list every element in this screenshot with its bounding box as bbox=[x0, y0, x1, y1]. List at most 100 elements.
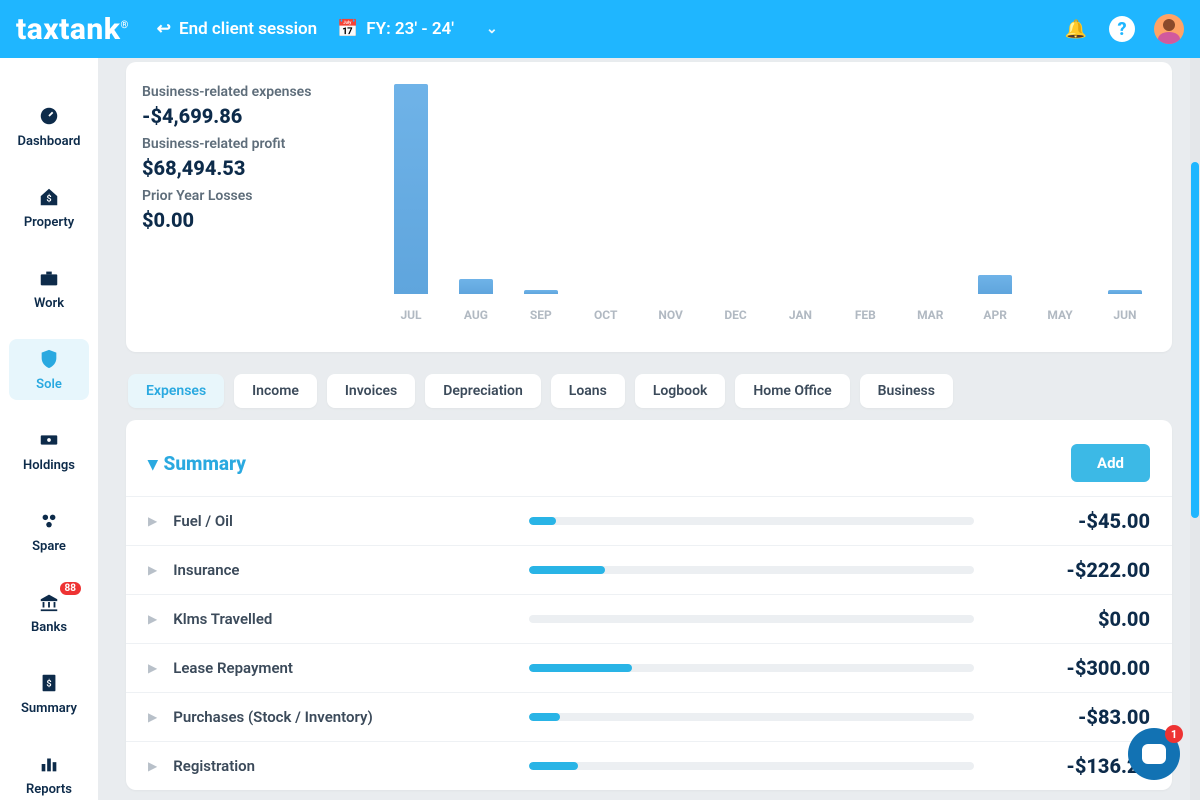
sidebar-item-spare[interactable]: Spare bbox=[9, 501, 89, 562]
summary-row[interactable]: ▶Registration-$136.25 bbox=[126, 741, 1172, 790]
row-progress bbox=[529, 517, 974, 525]
chart-xlabel: FEB bbox=[848, 308, 882, 322]
sidebar-item-label: Summary bbox=[21, 701, 77, 716]
chat-badge: 1 bbox=[1165, 725, 1183, 743]
summary-row[interactable]: ▶ Purchases (Stock / Inventory) -$83.00 bbox=[126, 692, 1172, 741]
monthly-chart: JULAUGSEPOCTNOVDECJANFEBMARAPRMAYJUN bbox=[386, 62, 1150, 322]
sidebar-item-label: Work bbox=[34, 296, 64, 311]
sidebar-item-work[interactable]: Work bbox=[9, 258, 89, 319]
metric: Business-related profit$68,494.53 bbox=[142, 136, 350, 180]
chevron-right-icon: ▶ bbox=[148, 759, 157, 773]
section-tabs: Expenses Income Invoices Depreciation Loans L… bbox=[128, 374, 1172, 408]
end-session-label: End client session bbox=[179, 19, 317, 39]
row-name: Lease Repayment bbox=[173, 659, 513, 677]
bell-icon: 🔔 bbox=[1065, 19, 1087, 40]
row-amount: -$300.00 bbox=[990, 656, 1150, 680]
brand-logo: taxtank® bbox=[16, 12, 137, 47]
sidebar: Dashboard $ Property Work Sole Holdings Spare B… bbox=[0, 58, 98, 800]
row-amount: -$83.00 bbox=[990, 705, 1150, 729]
help-icon: ? bbox=[1109, 16, 1135, 42]
chart-xlabel: JUL bbox=[394, 308, 428, 322]
sidebar-item-sole[interactable]: Sole bbox=[9, 339, 89, 400]
chevron-right-icon: ▶ bbox=[148, 661, 157, 675]
row-progress bbox=[529, 762, 974, 770]
home-icon: $ bbox=[37, 185, 61, 209]
chart-xlabel: JAN bbox=[783, 308, 817, 322]
row-name: Purchases (Stock / Inventory) bbox=[173, 708, 513, 726]
end-session-button[interactable]: ↩ End client session bbox=[157, 19, 317, 39]
row-name: Insurance bbox=[173, 561, 513, 579]
sidebar-item-label: Reports bbox=[26, 782, 72, 797]
calendar-icon: 📅 bbox=[337, 19, 358, 39]
chat-icon bbox=[1142, 744, 1166, 764]
top-bar: taxtank® ↩ End client session 📅 FY: 23' … bbox=[0, 0, 1200, 58]
shield-icon bbox=[37, 347, 61, 371]
sidebar-item-banks[interactable]: Banks 88 bbox=[9, 582, 89, 643]
row-progress bbox=[529, 566, 974, 574]
tab-expenses[interactable]: Expenses bbox=[128, 374, 224, 408]
caret-down-icon: ▾ bbox=[148, 452, 158, 475]
summary-row[interactable]: ▶Klms Travelled$0.00 bbox=[126, 594, 1172, 643]
tab-invoices[interactable]: Invoices bbox=[327, 374, 415, 408]
logout-icon: ↩ bbox=[157, 19, 171, 39]
add-button[interactable]: Add bbox=[1071, 444, 1150, 482]
row-amount: $0.00 bbox=[990, 607, 1150, 631]
row-amount: -$136.25 bbox=[990, 754, 1150, 778]
help-button[interactable]: ? bbox=[1108, 15, 1136, 43]
fy-selector[interactable]: 📅 FY: 23' - 24' ⌄ bbox=[337, 19, 498, 39]
row-amount: -$45.00 bbox=[990, 509, 1150, 533]
summary-row[interactable]: ▶ Insurance -$222.00 bbox=[126, 545, 1172, 594]
sidebar-item-dashboard[interactable]: Dashboard bbox=[9, 96, 89, 157]
briefcase-icon bbox=[37, 266, 61, 290]
chart-bar[interactable] bbox=[459, 279, 493, 294]
row-amount: -$222.00 bbox=[990, 558, 1150, 582]
metric-label: Business-related profit bbox=[142, 136, 350, 152]
chevron-right-icon: ▶ bbox=[148, 710, 157, 724]
metric: Prior Year Losses $0.00 bbox=[142, 188, 350, 232]
sidebar-item-property[interactable]: $ Property bbox=[9, 177, 89, 238]
chart-bar[interactable] bbox=[394, 84, 428, 294]
chart-xlabel: APR bbox=[978, 308, 1012, 322]
chart-bar[interactable] bbox=[524, 290, 558, 294]
tab-business[interactable]: Business bbox=[860, 374, 953, 408]
chart-xlabel: NOV bbox=[654, 308, 688, 322]
chart-xlabel: AUG bbox=[459, 308, 493, 322]
tab-home-office[interactable]: Home Office bbox=[735, 374, 849, 408]
bars-icon bbox=[37, 752, 61, 776]
tab-loans[interactable]: Loans bbox=[551, 374, 625, 408]
doc-icon: $ bbox=[37, 671, 61, 695]
sidebar-item-summary[interactable]: $ Summary bbox=[9, 663, 89, 724]
metric-label: Business-related expenses bbox=[142, 84, 350, 100]
gauge-icon bbox=[37, 104, 61, 128]
chat-widget[interactable]: 1 bbox=[1128, 728, 1180, 780]
scrollbar-track[interactable] bbox=[1190, 58, 1200, 800]
chevron-right-icon: ▶ bbox=[148, 563, 157, 577]
scrollbar-thumb[interactable] bbox=[1191, 162, 1199, 518]
fy-label: FY: 23' - 24' bbox=[366, 19, 454, 39]
chart-xlabel: MAR bbox=[913, 308, 947, 322]
chart-xlabel: JUN bbox=[1108, 308, 1142, 322]
sidebar-item-label: Sole bbox=[36, 377, 62, 392]
chevron-right-icon: ▶ bbox=[148, 612, 157, 626]
summary-row[interactable]: ▶ Lease Repayment -$300.00 bbox=[126, 643, 1172, 692]
sidebar-item-label: Banks bbox=[31, 620, 67, 635]
summary-row[interactable]: ▶Fuel / Oil-$45.00 bbox=[126, 496, 1172, 545]
chart-bar[interactable] bbox=[978, 275, 1012, 294]
notifications-button[interactable]: 🔔 bbox=[1062, 15, 1090, 43]
summary-toggle[interactable]: ▾ Summary bbox=[148, 452, 246, 475]
tab-logbook[interactable]: Logbook bbox=[635, 374, 726, 408]
tab-income[interactable]: Income bbox=[234, 374, 317, 408]
sidebar-item-reports[interactable]: Reports bbox=[9, 744, 89, 800]
metric-value: $0.00 bbox=[142, 208, 350, 232]
metrics-panel: Business-related expenses-$4,699.86Busin… bbox=[126, 62, 366, 322]
sidebar-item-holdings[interactable]: Holdings bbox=[9, 420, 89, 481]
chart-xlabel: SEP bbox=[524, 308, 558, 322]
sidebar-badge: 88 bbox=[60, 582, 81, 595]
tab-depreciation[interactable]: Depreciation bbox=[425, 374, 541, 408]
sidebar-item-label: Property bbox=[24, 215, 74, 230]
avatar-button[interactable] bbox=[1154, 14, 1184, 44]
metric-label: Prior Year Losses bbox=[142, 188, 350, 204]
svg-text:$: $ bbox=[46, 679, 51, 690]
chevron-right-icon: ▶ bbox=[148, 514, 157, 528]
chart-bar[interactable] bbox=[1108, 290, 1142, 294]
